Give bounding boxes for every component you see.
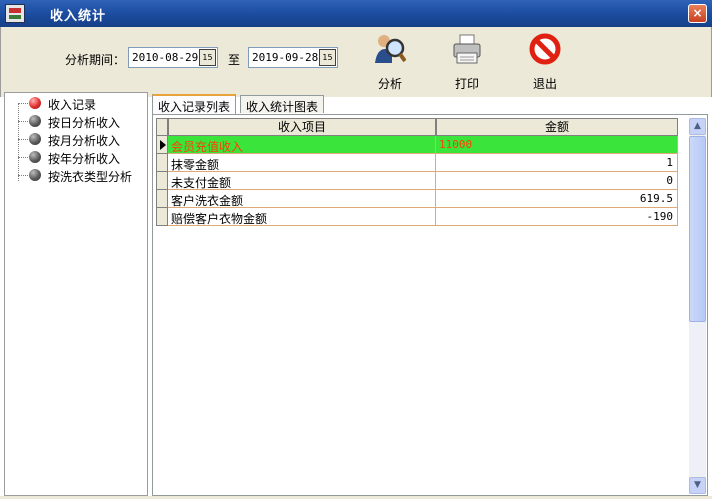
tree-item-monthly[interactable]: 按月分析收入 <box>18 130 148 148</box>
to-label: 至 <box>228 53 241 67</box>
start-date-field[interactable]: 2010-08-29 15 <box>128 47 218 68</box>
tree-item-income-records[interactable]: 收入记录 <box>18 94 148 112</box>
tab-income-chart[interactable]: 收入统计图表 <box>240 95 325 114</box>
tab-strip: 收入记录列表 收入统计图表 <box>152 94 452 115</box>
table-row[interactable]: 会员充值收入 11000 <box>156 136 678 154</box>
tree-item-by-laundry-type[interactable]: 按洗衣类型分析 <box>18 166 148 184</box>
end-date-value: 2019-09-28 <box>252 51 319 64</box>
cell-amount[interactable]: 11000 <box>436 136 678 154</box>
tree-item-label: 按日分析收入 <box>48 116 121 130</box>
ball-icon <box>29 97 41 109</box>
ball-icon <box>29 133 41 145</box>
row-selector[interactable] <box>156 190 168 208</box>
analysis-tree: 收入记录 按日分析收入 按月分析收入 按年分析收入 按洗衣类型分析 <box>4 92 148 496</box>
cell-amount[interactable]: -190 <box>436 208 678 226</box>
close-button[interactable]: × <box>688 4 707 23</box>
start-date-value: 2010-08-29 <box>132 51 199 64</box>
cell-item[interactable]: 未支付金额 <box>168 172 436 190</box>
print-label: 打印 <box>454 77 479 91</box>
no-entry-icon <box>529 33 561 65</box>
row-selector[interactable] <box>156 172 168 190</box>
cell-item[interactable]: 抹零金额 <box>168 154 436 172</box>
tab-income-list[interactable]: 收入记录列表 <box>152 94 237 114</box>
ball-icon <box>29 115 41 127</box>
calendar-icon[interactable]: 15 <box>319 49 336 66</box>
tree-item-daily[interactable]: 按日分析收入 <box>18 112 148 130</box>
analyze-button[interactable]: 分析 <box>365 31 415 91</box>
tree-item-label: 按洗衣类型分析 <box>48 170 133 184</box>
current-row-arrow-icon <box>160 140 166 150</box>
scroll-track[interactable] <box>689 322 706 476</box>
tree-item-yearly[interactable]: 按年分析收入 <box>18 148 148 166</box>
window-title: 收入统计 <box>50 9 107 24</box>
title-bar: 收入统计 × <box>0 0 712 27</box>
calendar-icon[interactable]: 15 <box>199 49 216 66</box>
table-row[interactable]: 赔偿客户衣物金额 -190 <box>156 208 678 226</box>
table-row[interactable]: 未支付金额 0 <box>156 172 678 190</box>
ball-icon <box>29 169 41 181</box>
cell-amount[interactable]: 619.5 <box>436 190 678 208</box>
cell-item[interactable]: 会员充值收入 <box>168 136 436 154</box>
column-header-item[interactable]: 收入项目 <box>168 118 436 136</box>
tree-item-label: 按年分析收入 <box>48 152 121 166</box>
ball-icon <box>29 151 41 163</box>
tree-item-label: 收入记录 <box>48 98 97 112</box>
app-icon <box>5 4 25 23</box>
filter-panel: 分析期间： 2010-08-29 15 至 2019-09-28 15 分析 打… <box>0 27 712 97</box>
cell-amount[interactable]: 0 <box>436 172 678 190</box>
cell-amount[interactable]: 1 <box>436 154 678 172</box>
exit-label: 退出 <box>532 77 557 91</box>
exit-button[interactable]: 退出 <box>520 31 570 91</box>
end-date-field[interactable]: 2019-09-28 15 <box>248 47 338 68</box>
row-selector[interactable] <box>156 154 168 172</box>
vertical-scrollbar[interactable]: ▲ ▼ <box>689 118 706 494</box>
scroll-up-icon[interactable]: ▲ <box>689 118 706 135</box>
tree-item-label: 按月分析收入 <box>48 134 121 148</box>
cell-item[interactable]: 客户洗衣金额 <box>168 190 436 208</box>
column-header-amount[interactable]: 金额 <box>436 118 678 136</box>
print-button[interactable]: 打印 <box>442 31 492 91</box>
scroll-down-icon[interactable]: ▼ <box>689 477 706 494</box>
cell-item[interactable]: 赔偿客户衣物金额 <box>168 208 436 226</box>
printer-icon <box>453 34 481 64</box>
table-row[interactable]: 客户洗衣金额 619.5 <box>156 190 678 208</box>
income-grid: 收入项目 金额 会员充值收入 11000 抹零金额 1 未支付金额 0 客户洗衣… <box>152 114 708 496</box>
analyze-label: 分析 <box>377 77 402 91</box>
scroll-thumb[interactable] <box>689 136 706 322</box>
row-selector[interactable] <box>156 136 168 154</box>
period-label: 分析期间： <box>65 53 126 67</box>
row-selector-header <box>156 118 168 136</box>
table-row[interactable]: 抹零金额 1 <box>156 154 678 172</box>
magnifier-user-icon <box>375 35 406 63</box>
grid-header: 收入项目 金额 <box>156 118 686 136</box>
row-selector[interactable] <box>156 208 168 226</box>
